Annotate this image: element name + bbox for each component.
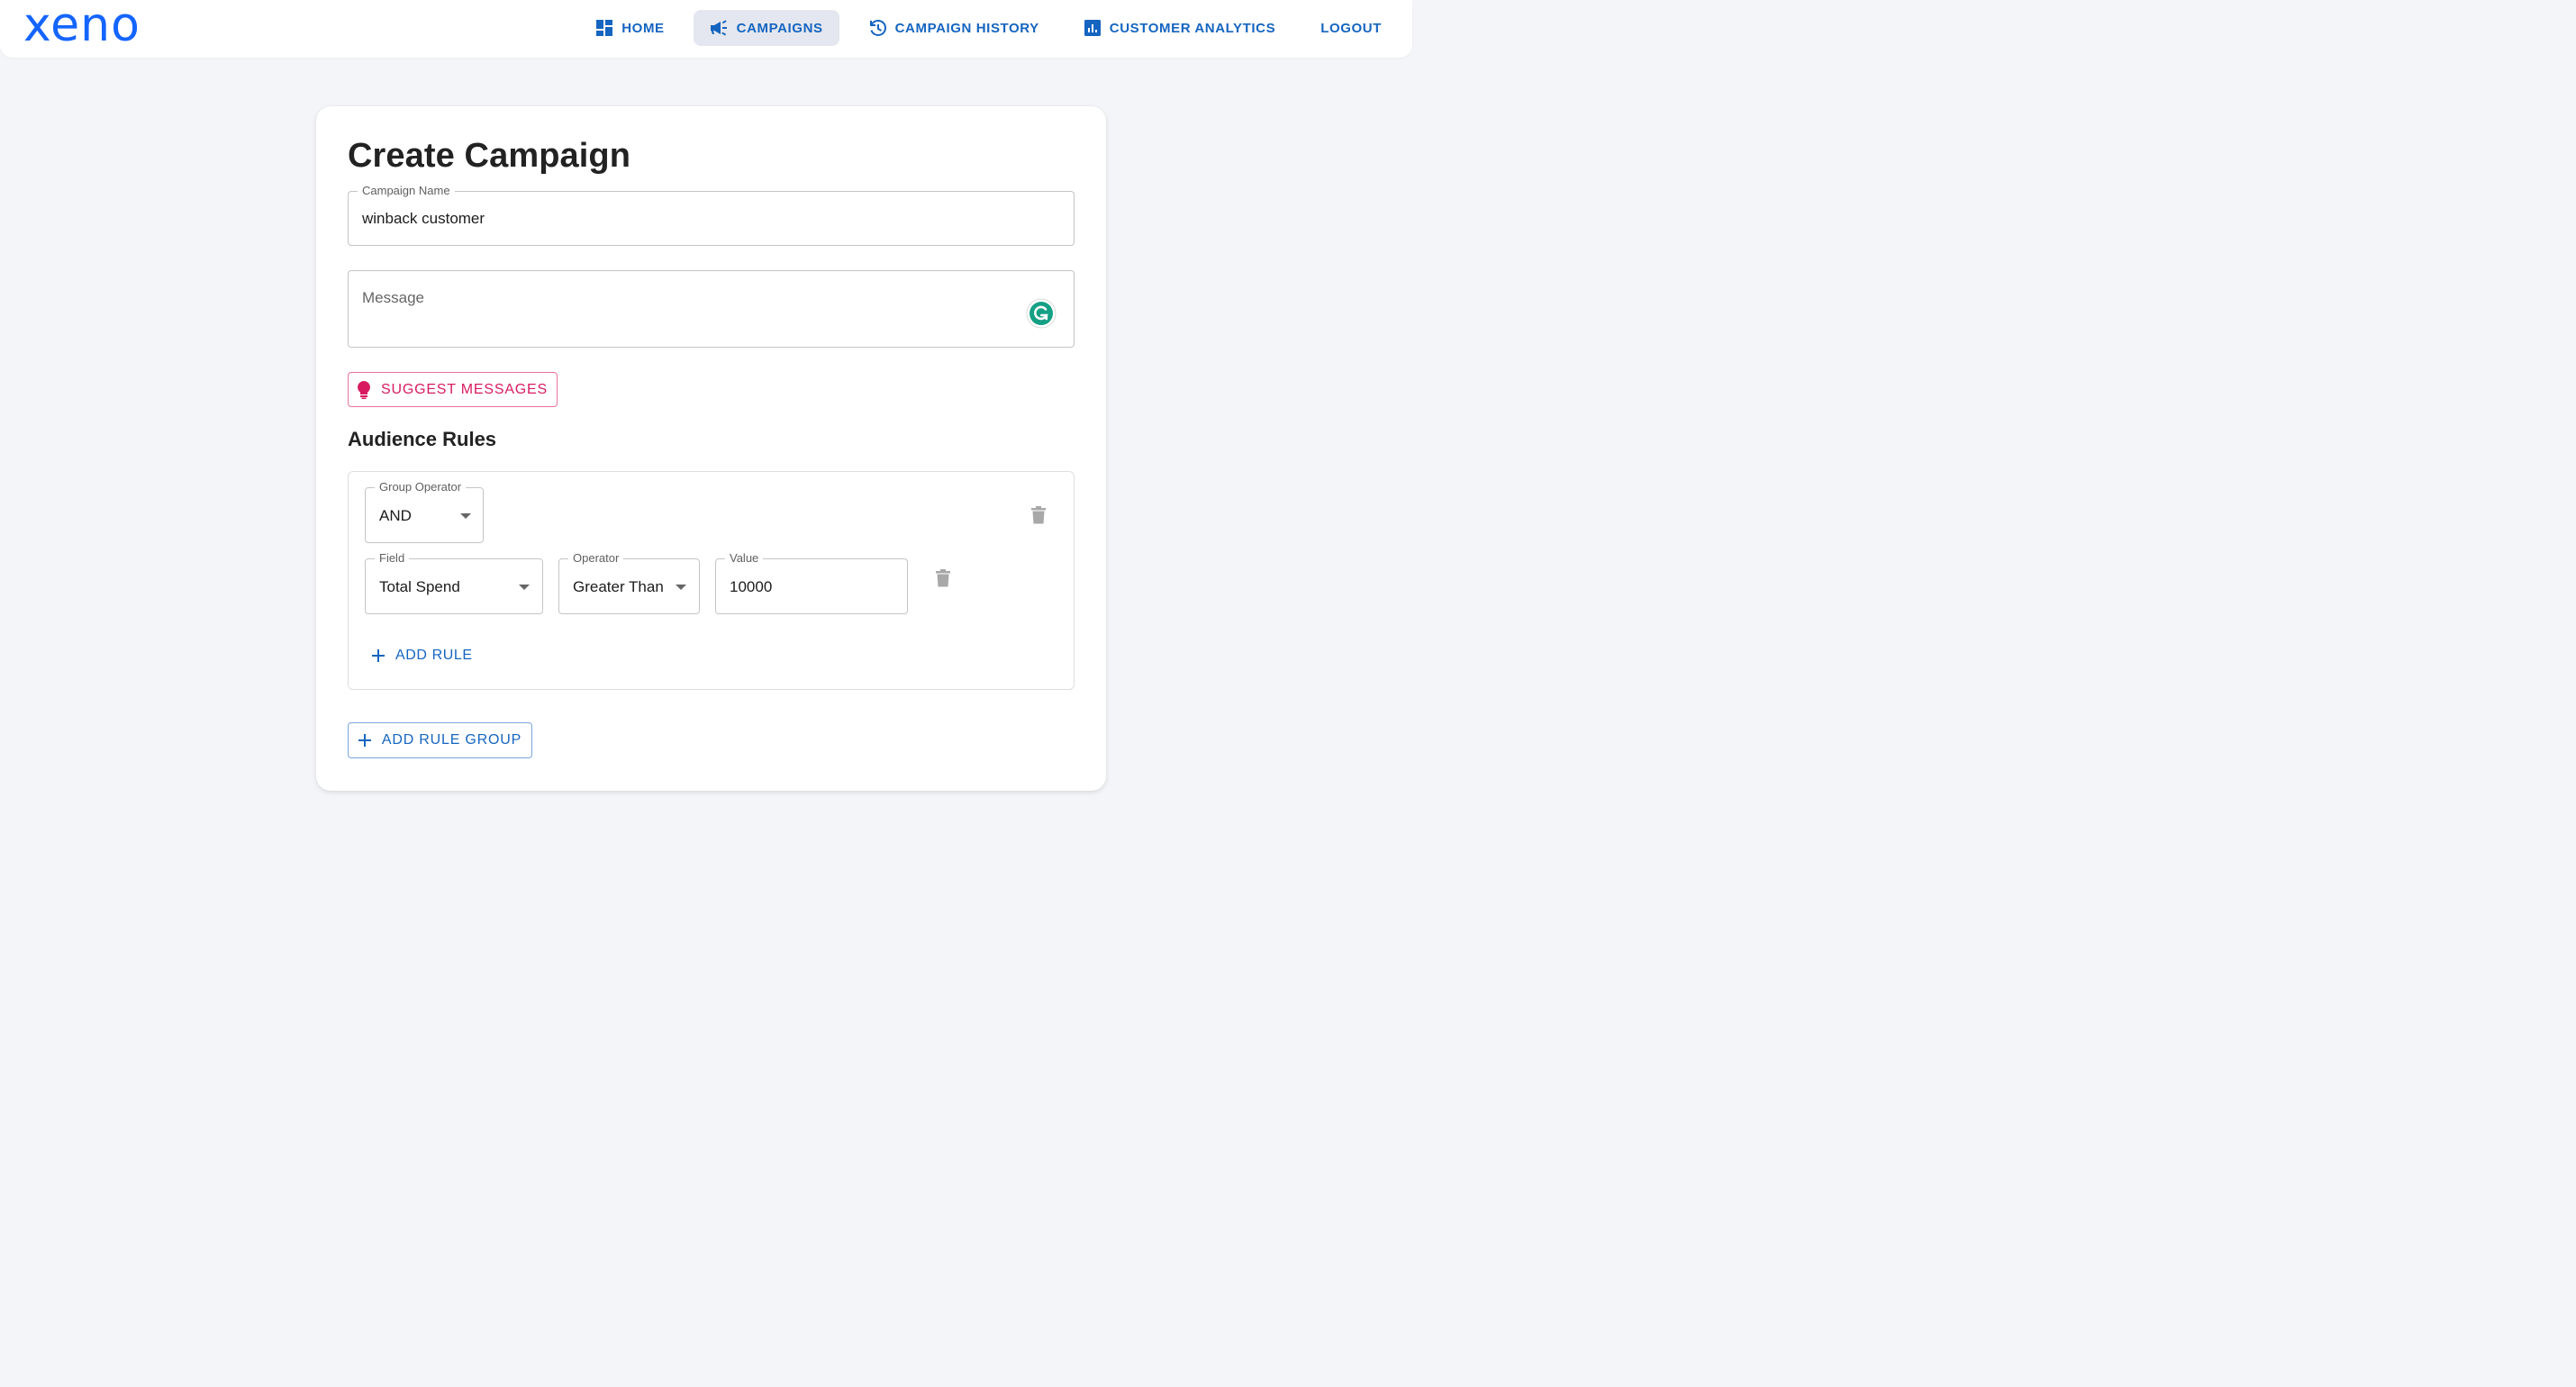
audience-rules-heading: Audience Rules — [348, 428, 497, 450]
message-placeholder: Message — [362, 289, 424, 306]
chevron-down-icon — [460, 513, 471, 519]
page-title: Create Campaign — [348, 137, 631, 175]
rule-value-input[interactable]: Value 10000 — [715, 551, 908, 614]
nav-home-label: HOME — [621, 20, 665, 36]
rule-operator-label: Operator — [568, 551, 624, 566]
add-rule-group-label: ADD RULE GROUP — [381, 732, 522, 748]
plus-icon — [358, 734, 371, 747]
campaign-name-field[interactable]: Campaign Name winback customer — [348, 184, 1075, 246]
rule-field-value: Total Spend — [379, 578, 460, 595]
group-operator-label: Group Operator — [375, 480, 467, 494]
rule-value-label: Value — [725, 551, 764, 566]
create-campaign-card: Create Campaign Campaign Name winback cu… — [316, 106, 1106, 791]
dashboard-icon — [596, 20, 613, 36]
chevron-down-icon — [676, 585, 686, 590]
add-rule-group-button[interactable]: ADD RULE GROUP — [348, 722, 532, 758]
grammarly-icon[interactable] — [1026, 298, 1057, 329]
plus-icon — [372, 649, 385, 662]
suggest-messages-label: SUGGEST MESSAGES — [381, 381, 548, 397]
suggest-messages-button[interactable]: SUGGEST MESSAGES — [348, 372, 558, 407]
nav-campaign-history[interactable]: CAMPAIGN HISTORY — [852, 10, 1056, 46]
rule-field-label: Field — [375, 551, 410, 566]
rule-group: Group Operator AND Field Total Spend Ope… — [348, 471, 1075, 690]
nav-campaigns[interactable]: CAMPAIGNS — [693, 10, 839, 46]
history-icon — [869, 20, 886, 36]
delete-group-icon[interactable] — [1031, 506, 1046, 524]
add-rule-label: ADD RULE — [395, 648, 473, 663]
message-field[interactable]: Message — [348, 270, 1075, 348]
campaign-name-value: winback customer — [362, 210, 485, 227]
add-rule-button[interactable]: ADD RULE — [372, 646, 473, 666]
nav-campaign-history-label: CAMPAIGN HISTORY — [894, 20, 1039, 36]
analytics-icon — [1084, 20, 1101, 36]
rule-field-select[interactable]: Field Total Spend — [365, 551, 543, 614]
nav-logout[interactable]: LOGOUT — [1304, 10, 1398, 46]
main-nav: HOME CAMPAIGNS CAMPAIGN HISTORY CUSTOMER… — [567, 10, 1398, 46]
nav-customer-analytics-label: CUSTOMER ANALYTICS — [1109, 20, 1276, 36]
nav-campaigns-label: CAMPAIGNS — [736, 20, 823, 36]
nav-logout-label: LOGOUT — [1320, 20, 1382, 36]
nav-home[interactable]: HOME — [580, 10, 680, 46]
campaign-name-label: Campaign Name — [358, 184, 455, 198]
lightbulb-icon — [358, 380, 370, 399]
nav-customer-analytics[interactable]: CUSTOMER ANALYTICS — [1068, 10, 1292, 46]
delete-rule-icon[interactable] — [936, 569, 950, 587]
xeno-logo[interactable]: xeno — [23, 0, 141, 54]
rule-value-text: 10000 — [730, 578, 773, 595]
rule-operator-value: Greater Than — [573, 578, 664, 595]
group-operator-value: AND — [379, 507, 412, 524]
top-navbar: xeno HOME CAMPAIGNS CAMPAIGN HISTORY CUS… — [0, 0, 1412, 58]
rule-operator-select[interactable]: Operator Greater Than — [558, 551, 700, 614]
group-operator-select[interactable]: Group Operator AND — [365, 480, 484, 543]
campaign-megaphone-icon — [710, 20, 727, 36]
chevron-down-icon — [519, 585, 530, 590]
